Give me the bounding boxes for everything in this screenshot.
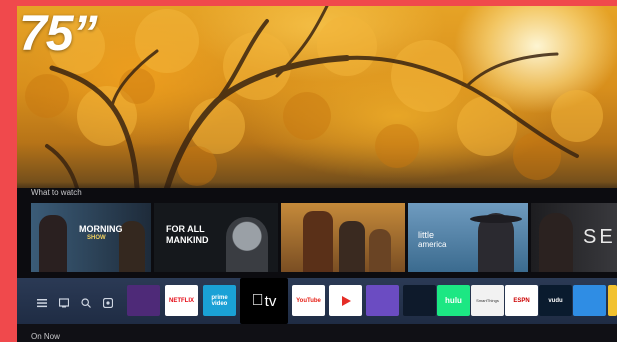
tile-title: MANKIND (166, 235, 209, 245)
app-label: ESPN (513, 297, 530, 304)
ambient-icon[interactable] (102, 295, 114, 309)
app-bar: NETFLIX prime video  tv YouTube hulu Sm… (17, 278, 617, 324)
app-tile[interactable] (608, 285, 617, 316)
tile-little-america[interactable]: little america (408, 203, 528, 272)
app-prime-video[interactable]: prime video (203, 285, 236, 316)
person-figure (539, 213, 573, 272)
what-to-watch-row: MORNING SHOW FOR ALL MANKIND little amer… (31, 203, 617, 272)
play-icon (341, 295, 351, 306)
tile-subtitle: america (418, 240, 447, 249)
app-tile[interactable] (573, 285, 606, 316)
app-label: YouTube (296, 297, 321, 304)
on-now-strip (17, 324, 617, 342)
person-figure (119, 221, 145, 272)
tile-movie[interactable] (281, 203, 405, 272)
tile-for-all-mankind[interactable]: FOR ALL MANKIND (154, 203, 278, 272)
character-figure (303, 211, 333, 272)
screen-size-badge: 75” (19, 5, 98, 61)
apple-icon:  (252, 292, 264, 310)
source-icon[interactable] (58, 295, 70, 308)
app-espn[interactable]: ESPN (505, 285, 538, 316)
person-figure (39, 215, 67, 272)
hero-autumn-image (17, 6, 617, 188)
app-vudu[interactable]: vudu (539, 285, 572, 316)
app-label: hulu (445, 296, 462, 305)
tile-title: SE (583, 226, 616, 248)
search-icon[interactable] (81, 295, 91, 308)
character-figure (369, 229, 391, 272)
app-label: SmartThings (476, 298, 499, 303)
app-google-play[interactable] (329, 285, 362, 316)
menu-icon[interactable] (37, 295, 47, 308)
astronaut-figure (226, 217, 268, 272)
app-smartthings[interactable]: SmartThings (471, 285, 504, 316)
app-label: tv (258, 292, 277, 310)
tile-see[interactable]: SE (531, 203, 617, 272)
tile-title: FOR ALL (166, 224, 205, 234)
app-hulu[interactable]: hulu (437, 285, 470, 316)
tree-branches (25, 6, 603, 188)
hat-shape (470, 215, 522, 223)
character-figure (339, 221, 365, 272)
app-label: NETFLIX (169, 297, 194, 304)
tile-morning-show[interactable]: MORNING SHOW (31, 203, 151, 272)
on-now-label: On Now (31, 332, 60, 341)
tv-screen: What to watch MORNING SHOW FOR ALL MANKI… (17, 6, 617, 342)
app-prime[interactable] (403, 285, 436, 316)
what-to-watch-label: What to watch (31, 188, 82, 197)
app-sling[interactable] (366, 285, 399, 316)
app-label: vudu (548, 297, 563, 304)
app-tubi[interactable] (127, 285, 160, 316)
app-apple-tv[interactable]:  tv (240, 278, 288, 324)
app-label: prime video (211, 294, 228, 307)
tile-subtitle: SHOW (87, 235, 106, 241)
tile-title: MORNING (79, 224, 123, 234)
app-youtube[interactable]: YouTube (292, 285, 325, 316)
app-netflix[interactable]: NETFLIX (165, 285, 198, 316)
